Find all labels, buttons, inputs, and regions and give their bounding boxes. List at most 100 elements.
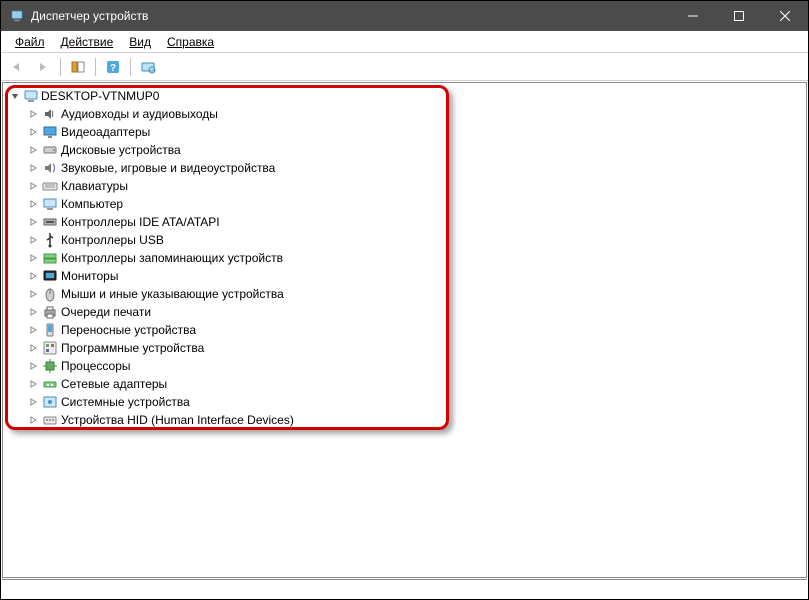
node-label: Контроллеры USB	[61, 233, 164, 247]
chevron-right-icon[interactable]	[27, 234, 39, 246]
toolbar-separator	[130, 58, 131, 76]
tree-node[interactable]: Компьютер	[27, 195, 800, 213]
tree-node[interactable]: Системные устройства	[27, 393, 800, 411]
device-tree: DESKTOP-VTNMUP0 Аудиовходы и аудиовыходы…	[3, 83, 806, 433]
tree-root[interactable]: DESKTOP-VTNMUP0	[9, 87, 800, 105]
toolbar: ?	[1, 53, 808, 81]
chevron-right-icon[interactable]	[27, 306, 39, 318]
computer-icon	[23, 88, 39, 104]
node-label: Устройства HID (Human Interface Devices)	[61, 413, 294, 427]
printer-icon	[42, 304, 58, 320]
tree-node[interactable]: Процессоры	[27, 357, 800, 375]
node-label: Мыши и иные указывающие устройства	[61, 287, 284, 301]
system-icon	[42, 394, 58, 410]
chevron-right-icon[interactable]	[27, 324, 39, 336]
toolbar-separator	[95, 58, 96, 76]
keyboard-icon	[42, 178, 58, 194]
chevron-right-icon[interactable]	[27, 252, 39, 264]
forward-button[interactable]	[31, 56, 55, 78]
chevron-right-icon[interactable]	[27, 360, 39, 372]
node-label: Видеоадаптеры	[61, 125, 150, 139]
ide-icon	[42, 214, 58, 230]
tree-node[interactable]: Контроллеры IDE ATA/ATAPI	[27, 213, 800, 231]
portable-icon	[42, 322, 58, 338]
display-icon	[42, 124, 58, 140]
scan-hardware-button[interactable]	[136, 56, 160, 78]
cpu-icon	[42, 358, 58, 374]
tree-node[interactable]: Контроллеры запоминающих устройств	[27, 249, 800, 267]
chevron-right-icon[interactable]	[27, 216, 39, 228]
chevron-right-icon[interactable]	[27, 396, 39, 408]
back-button[interactable]	[5, 56, 29, 78]
chevron-right-icon[interactable]	[27, 126, 39, 138]
node-label: Звуковые, игровые и видеоустройства	[61, 161, 275, 175]
hid-icon	[42, 412, 58, 428]
tree-node[interactable]: Устройства HID (Human Interface Devices)	[27, 411, 800, 429]
chevron-right-icon[interactable]	[27, 108, 39, 120]
tree-node[interactable]: Мыши и иные указывающие устройства	[27, 285, 800, 303]
help-button[interactable]: ?	[101, 56, 125, 78]
show-hide-tree-button[interactable]	[66, 56, 90, 78]
titlebar: Диспетчер устройств	[1, 1, 808, 31]
app-icon	[9, 8, 25, 24]
chevron-right-icon[interactable]	[27, 144, 39, 156]
chevron-right-icon[interactable]	[27, 342, 39, 354]
node-label: Сетевые адаптеры	[61, 377, 167, 391]
speaker-icon	[42, 106, 58, 122]
tree-node[interactable]: Видеоадаптеры	[27, 123, 800, 141]
chevron-right-icon[interactable]	[27, 198, 39, 210]
node-label: Мониторы	[61, 269, 118, 283]
node-label: Контроллеры запоминающих устройств	[61, 251, 283, 265]
menu-action[interactable]: Действие	[53, 33, 122, 51]
sound-icon	[42, 160, 58, 176]
menu-view[interactable]: Вид	[121, 33, 159, 51]
storage-icon	[42, 250, 58, 266]
maximize-button[interactable]	[716, 1, 762, 31]
node-label: Контроллеры IDE ATA/ATAPI	[61, 215, 220, 229]
tree-node[interactable]: Клавиатуры	[27, 177, 800, 195]
tree-node[interactable]: Программные устройства	[27, 339, 800, 357]
root-label: DESKTOP-VTNMUP0	[41, 89, 159, 103]
node-label: Программные устройства	[61, 341, 204, 355]
menu-file[interactable]: Файл	[7, 33, 53, 51]
menubar: Файл Действие Вид Справка	[1, 31, 808, 53]
mouse-icon	[42, 286, 58, 302]
node-label: Переносные устройства	[61, 323, 196, 337]
tree-node[interactable]: Переносные устройства	[27, 321, 800, 339]
tree-node[interactable]: Контроллеры USB	[27, 231, 800, 249]
toolbar-separator	[60, 58, 61, 76]
node-label: Системные устройства	[61, 395, 190, 409]
minimize-button[interactable]	[670, 1, 716, 31]
chevron-right-icon[interactable]	[27, 414, 39, 426]
usb-icon	[42, 232, 58, 248]
tree-node[interactable]: Звуковые, игровые и видеоустройства	[27, 159, 800, 177]
tree-node[interactable]: Мониторы	[27, 267, 800, 285]
statusbar	[2, 579, 807, 599]
chevron-right-icon[interactable]	[27, 270, 39, 282]
chevron-right-icon[interactable]	[27, 162, 39, 174]
node-label: Дисковые устройства	[61, 143, 181, 157]
window-title: Диспетчер устройств	[31, 9, 148, 23]
node-label: Аудиовходы и аудиовыходы	[61, 107, 218, 121]
tree-node[interactable]: Сетевые адаптеры	[27, 375, 800, 393]
node-label: Компьютер	[61, 197, 123, 211]
chevron-right-icon[interactable]	[27, 288, 39, 300]
disk-icon	[42, 142, 58, 158]
chevron-right-icon[interactable]	[27, 180, 39, 192]
software-icon	[42, 340, 58, 356]
monitor-icon	[42, 268, 58, 284]
chevron-right-icon[interactable]	[27, 378, 39, 390]
node-label: Очереди печати	[61, 305, 151, 319]
tree-node[interactable]: Аудиовходы и аудиовыходы	[27, 105, 800, 123]
node-label: Процессоры	[61, 359, 131, 373]
svg-text:?: ?	[110, 63, 116, 74]
tree-node[interactable]: Дисковые устройства	[27, 141, 800, 159]
chevron-down-icon[interactable]	[9, 90, 21, 102]
tree-node[interactable]: Очереди печати	[27, 303, 800, 321]
content-area: DESKTOP-VTNMUP0 Аудиовходы и аудиовыходы…	[2, 82, 807, 578]
computer-icon	[42, 196, 58, 212]
menu-help[interactable]: Справка	[159, 33, 222, 51]
network-icon	[42, 376, 58, 392]
close-button[interactable]	[762, 1, 808, 31]
node-label: Клавиатуры	[61, 179, 128, 193]
